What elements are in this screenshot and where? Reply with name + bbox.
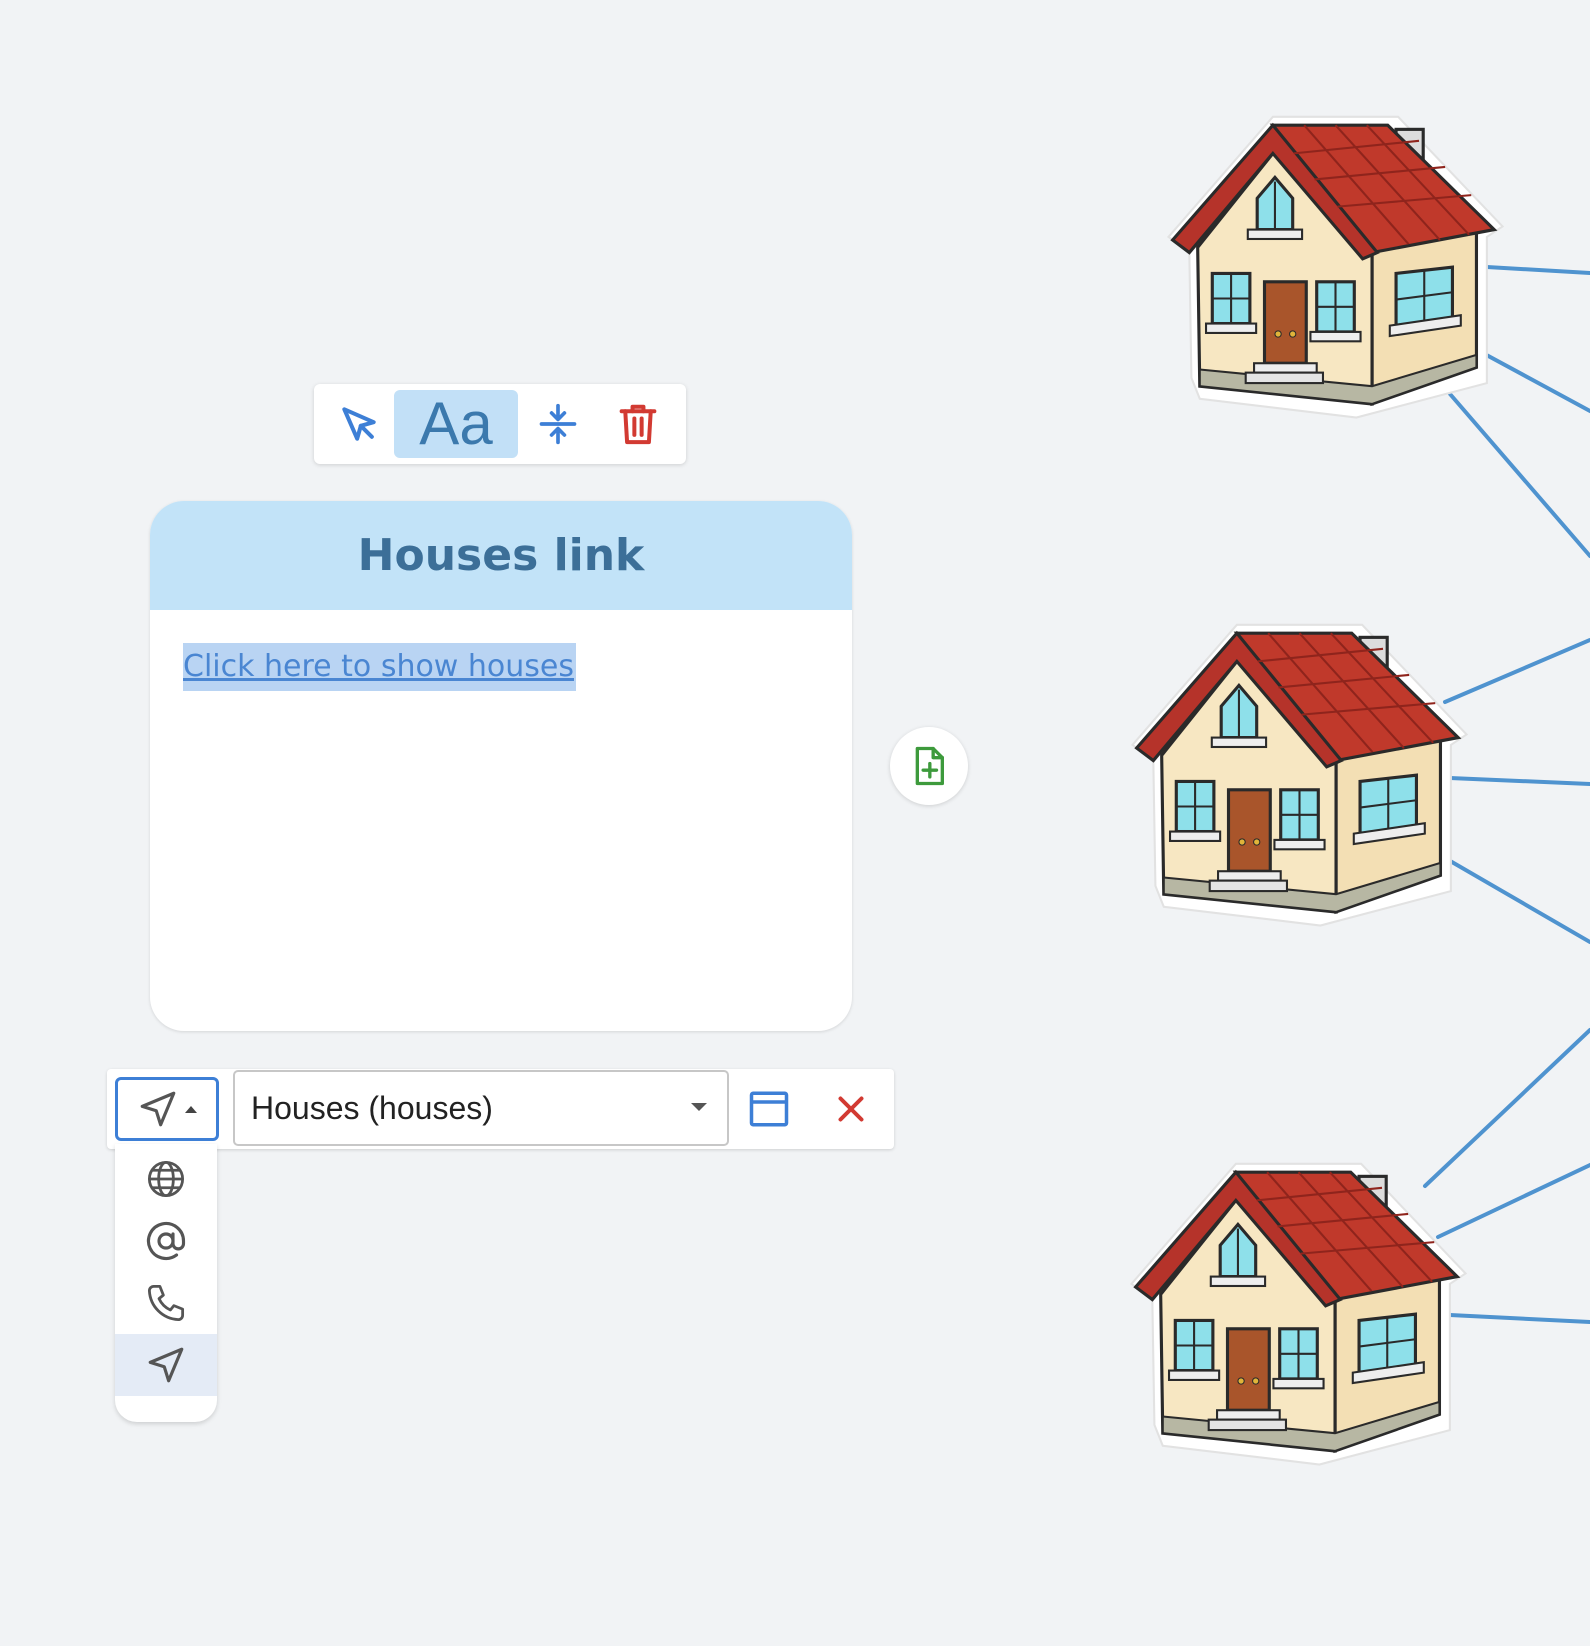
link-editor-bar: Houses (houses) [107, 1069, 894, 1149]
cursor-arrow-icon [342, 407, 376, 441]
add-page-button[interactable] [890, 727, 968, 805]
house-image[interactable] [1122, 606, 1477, 936]
delete-button[interactable] [598, 390, 678, 458]
compress-button[interactable] [518, 390, 598, 458]
house-image[interactable] [1158, 98, 1513, 428]
remove-link-button[interactable] [823, 1081, 879, 1137]
phone-icon [147, 1284, 185, 1322]
menu-item-email[interactable] [115, 1210, 217, 1272]
card-body: Click here to show houses [150, 610, 852, 691]
house-image[interactable] [1121, 1145, 1476, 1475]
menu-item-phone[interactable] [115, 1272, 217, 1334]
link-type-menu [115, 1144, 217, 1422]
navigation-icon [148, 1347, 184, 1383]
text-style-button[interactable]: Aa [394, 390, 518, 458]
link-target-select[interactable]: Houses (houses) [233, 1070, 729, 1146]
menu-item-navigation[interactable] [115, 1334, 217, 1396]
card-link-text[interactable]: Click here to show houses [183, 643, 576, 691]
file-plus-icon [915, 746, 944, 786]
menu-item-web[interactable] [115, 1148, 217, 1210]
trash-icon [619, 404, 657, 445]
compress-icon [539, 403, 577, 445]
close-icon [838, 1096, 864, 1122]
link-target-value: Houses (houses) [251, 1089, 493, 1126]
select-tool-button[interactable] [324, 390, 394, 458]
caret-up-icon [185, 1106, 197, 1113]
chevron-down-icon [691, 1103, 707, 1111]
element-toolbar: Aa [314, 384, 686, 464]
text-style-label: Aa [419, 390, 493, 457]
open-target-button[interactable] [741, 1081, 797, 1137]
window-icon [749, 1091, 789, 1127]
navigation-icon [140, 1091, 176, 1127]
card-title: Houses link [150, 501, 852, 610]
link-card[interactable]: Houses link Click here to show houses [150, 501, 852, 1031]
link-type-button[interactable] [115, 1077, 219, 1141]
at-sign-icon [146, 1221, 186, 1261]
globe-icon [147, 1160, 185, 1198]
